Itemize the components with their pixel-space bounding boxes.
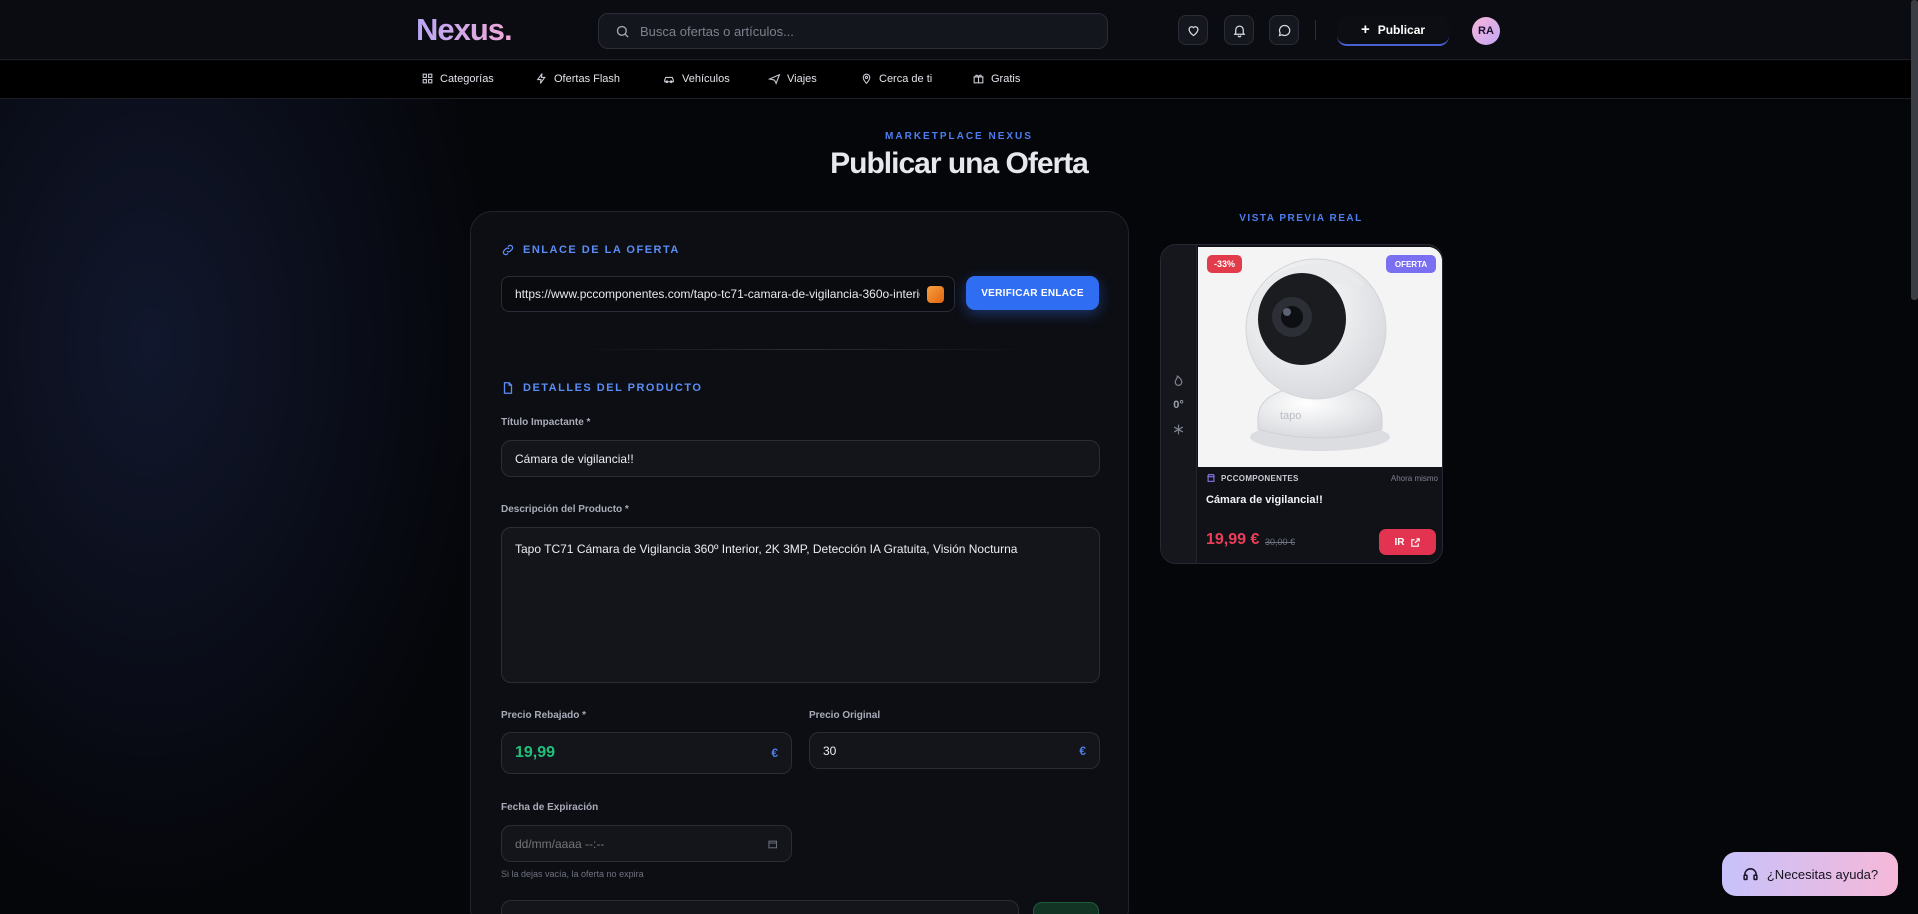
top-bar: Nexus. + Publicar RA <box>0 0 1918 60</box>
plus-icon: + <box>1360 21 1370 38</box>
gift-icon <box>973 74 984 84</box>
description-field[interactable]: Tapo TC71 Cámara de Vigilancia 360º Inte… <box>501 527 1100 683</box>
store-name: PCCOMPONENTES <box>1221 473 1299 483</box>
nav-item-label: Vehículos <box>682 72 730 85</box>
nav-item-vehiculos[interactable]: Vehículos <box>662 72 730 85</box>
next-field-button[interactable] <box>1033 902 1099 914</box>
search-input[interactable] <box>640 23 1080 39</box>
go-to-offer-button[interactable]: IR <box>1379 529 1436 555</box>
original-price-field[interactable]: € <box>809 732 1100 769</box>
lightning-icon <box>536 73 546 84</box>
offer-type-badge: OFERTA <box>1386 255 1436 273</box>
logo[interactable]: Nexus. <box>416 12 513 48</box>
nav-item-gratis[interactable]: Gratis <box>972 72 1020 85</box>
camera-illustration: tapo <box>1198 247 1442 467</box>
page-title: Publicar una Oferta <box>830 147 1089 180</box>
heart-icon <box>1187 25 1199 36</box>
nav-item-cerca-de-ti[interactable]: Cerca de ti <box>860 72 932 85</box>
publish-label: Publicar <box>1377 22 1426 37</box>
external-link-icon <box>1410 537 1420 547</box>
search-box[interactable] <box>598 13 1108 49</box>
sale-price-input[interactable] <box>515 744 772 762</box>
sale-price-field[interactable]: € <box>501 732 792 774</box>
car-icon <box>664 76 674 84</box>
expiry-hint: Si la dejas vacía, la oferta no expira <box>501 869 644 879</box>
preview-label: VISTA PREVIA REAL <box>1239 213 1363 224</box>
section-heading-label: DETALLES DEL PRODUCTO <box>523 382 703 394</box>
original-price-input[interactable] <box>823 743 1080 758</box>
store-row: PCCOMPONENTES Ahora mismo <box>1206 473 1438 483</box>
discount-badge: -33% <box>1207 255 1242 273</box>
page-eyebrow: MARKETPLACE NEXUS <box>885 131 1033 142</box>
header-divider <box>1315 20 1316 40</box>
nav-item-ofertas-flash[interactable]: Ofertas Flash <box>535 72 620 85</box>
temperature-value: 0° <box>1173 399 1184 411</box>
expiry-input[interactable] <box>515 836 767 851</box>
title-label: Título Impactante * <box>501 417 591 428</box>
document-icon <box>503 382 513 394</box>
offer-form-card: ENLACE DE LA OFERTA VERIFICAR ENLACE DET… <box>470 211 1129 914</box>
flame-icon[interactable] <box>1172 374 1185 387</box>
preview-price: 19,99 € <box>1206 531 1260 548</box>
link-icon <box>502 244 514 256</box>
background-glow <box>0 99 500 914</box>
help-label: ¿Necesitas ayuda? <box>1766 866 1879 882</box>
help-button[interactable]: ¿Necesitas ayuda? <box>1722 852 1898 896</box>
section-heading-link: ENLACE DE LA OFERTA <box>501 243 680 257</box>
avatar[interactable]: RA <box>1472 17 1500 45</box>
category-nav: Categorías Ofertas Flash Vehículos Viaje… <box>0 61 1918 99</box>
section-heading-details: DETALLES DEL PRODUCTO <box>501 381 702 395</box>
currency-euro: € <box>771 746 778 760</box>
nav-item-label: Categorías <box>440 72 494 85</box>
posted-time: Ahora mismo <box>1390 473 1438 483</box>
grid-icon <box>422 73 433 84</box>
original-price-label: Precio Original <box>809 710 881 721</box>
verify-link-button[interactable]: VERIFICAR ENLACE <box>966 276 1099 310</box>
notifications-button[interactable] <box>1224 15 1254 45</box>
expiry-field[interactable] <box>501 825 792 862</box>
title-field[interactable] <box>501 440 1100 477</box>
page-scrollbar[interactable] <box>1911 0 1918 300</box>
store-icon <box>1207 474 1215 482</box>
offer-url-input[interactable] <box>515 287 920 301</box>
vote-column: 0° <box>1161 245 1197 563</box>
expiry-label: Fecha de Expiración <box>501 802 599 813</box>
nav-item-label: Gratis <box>991 72 1021 85</box>
description-textarea[interactable]: Tapo TC71 Cámara de Vigilancia 360º Inte… <box>515 540 1086 670</box>
plane-icon <box>768 73 781 85</box>
sale-price-label: Precio Rebajado * <box>501 710 587 721</box>
headset-icon <box>1743 867 1758 880</box>
currency-euro: € <box>1079 743 1086 758</box>
title-input[interactable] <box>515 451 1086 466</box>
favorites-button[interactable] <box>1178 15 1208 45</box>
preview-title: Cámara de vigilancia!! <box>1206 494 1323 506</box>
preview-card[interactable]: 0° tapo -33% OFERTA PCCOMPONENTES Ahora … <box>1160 244 1443 564</box>
preview-original-price: 30,00 € <box>1265 537 1296 547</box>
calendar-icon[interactable] <box>767 838 778 850</box>
nav-item-label: Cerca de ti <box>879 72 933 85</box>
description-label: Descripción del Producto * <box>501 504 629 515</box>
go-label: IR <box>1394 536 1405 548</box>
nav-item-label: Viajes <box>787 72 817 85</box>
messages-button[interactable] <box>1269 15 1299 45</box>
bell-icon <box>1233 25 1245 37</box>
section-divider <box>571 349 1031 350</box>
next-field[interactable] <box>501 900 1019 914</box>
store-favicon-icon <box>927 286 944 303</box>
search-icon <box>616 25 629 38</box>
publish-button[interactable]: + Publicar <box>1337 15 1449 46</box>
nav-item-viajes[interactable]: Viajes <box>768 72 817 85</box>
nav-item-categorias[interactable]: Categorías <box>421 72 494 85</box>
product-image: tapo <box>1198 247 1442 467</box>
section-heading-label: ENLACE DE LA OFERTA <box>523 244 680 256</box>
nav-item-label: Ofertas Flash <box>554 72 621 85</box>
map-pin-icon <box>862 73 871 85</box>
image-brand-text: tapo <box>1280 410 1301 422</box>
snowflake-icon[interactable] <box>1172 423 1185 436</box>
offer-url-field[interactable] <box>501 276 955 312</box>
chat-bubble-icon <box>1278 24 1290 36</box>
